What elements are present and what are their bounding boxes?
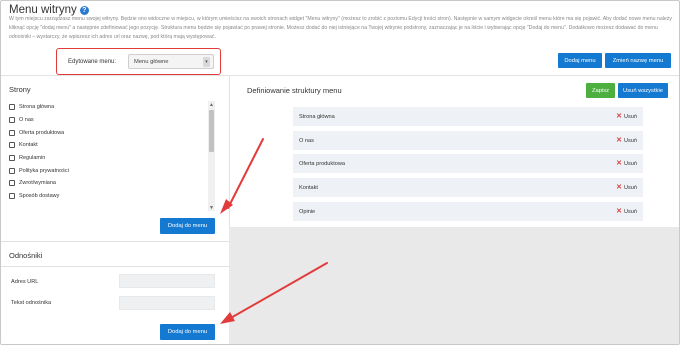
add-menu-button[interactable]: Dodaj menu <box>558 53 602 68</box>
list-item-label: Oferta produktowa <box>19 129 65 136</box>
list-item-label: Zwrot/wymiana <box>19 180 56 187</box>
links-panel-title: Odnośniki <box>9 251 43 260</box>
close-icon: ✕ <box>616 208 622 215</box>
list-item-label: Sposób dostawy <box>19 193 60 200</box>
menu-structure-item[interactable]: Opinie ✕ Usuń <box>293 202 643 221</box>
structure-empty-area <box>229 227 679 344</box>
remove-button[interactable]: ✕ Usuń <box>616 160 637 167</box>
remove-button[interactable]: ✕ Usuń <box>616 113 637 120</box>
remove-button[interactable]: ✕ Usuń <box>616 184 637 191</box>
pages-list-scrollbar[interactable]: ▲ ▼ <box>208 101 215 211</box>
chevron-down-icon: ▾ <box>203 56 210 67</box>
checkbox[interactable] <box>9 129 15 136</box>
arrow-line <box>227 138 264 209</box>
checkbox[interactable] <box>9 155 15 162</box>
rename-menu-button[interactable]: Zmień nazwę menu <box>605 53 671 68</box>
page-intro: W tym miejscu zarządzasz menu swojej wit… <box>9 16 672 40</box>
menu-select[interactable]: Menu główne ▾ <box>128 54 214 69</box>
divider <box>1 266 229 267</box>
menu-structure-item[interactable]: Oferta produktowa ✕ Usuń <box>293 154 643 173</box>
link-text-input[interactable] <box>119 296 215 310</box>
remove-label: Usuń <box>623 184 637 191</box>
list-item-label: Kontakt <box>19 142 38 149</box>
checkbox[interactable] <box>9 180 15 187</box>
list-item[interactable]: Zwrot/wymiana <box>9 177 209 190</box>
close-icon: ✕ <box>616 113 622 120</box>
menu-item-label: Kontakt <box>299 184 318 191</box>
delete-all-button[interactable]: Usuń wszystkie <box>618 83 668 98</box>
list-item-label: O nas <box>19 117 34 124</box>
checkbox[interactable] <box>9 167 15 174</box>
menu-item-label: Strona główna <box>299 113 335 120</box>
close-icon: ✕ <box>616 137 622 144</box>
remove-label: Usuń <box>623 113 637 120</box>
list-item[interactable]: Polityka prywatności <box>9 164 209 177</box>
close-icon: ✕ <box>616 184 622 191</box>
help-icon[interactable]: ? <box>79 5 89 15</box>
list-item[interactable]: Regulamin <box>9 152 209 165</box>
divider <box>1 75 679 76</box>
checkbox[interactable] <box>9 104 15 111</box>
chevron-down-icon[interactable]: ▼ <box>208 204 215 211</box>
pages-panel-title: Strony <box>9 85 31 94</box>
checkbox[interactable] <box>9 142 15 149</box>
list-item[interactable]: Strona główna <box>9 101 209 114</box>
remove-label: Usuń <box>623 160 637 167</box>
add-pages-to-menu-button[interactable]: Dodaj do menu <box>160 218 215 234</box>
add-link-to-menu-button[interactable]: Dodaj do menu <box>160 324 215 340</box>
pages-list: Strona główna O nas Oferta produktowa Ko… <box>9 101 209 203</box>
list-item[interactable]: Oferta produktowa <box>9 126 209 139</box>
remove-button[interactable]: ✕ Usuń <box>616 208 637 215</box>
list-item-label: Polityka prywatności <box>19 167 69 174</box>
remove-label: Usuń <box>623 208 637 215</box>
list-item[interactable]: Sposób dostawy <box>9 190 209 203</box>
remove-button[interactable]: ✕ Usuń <box>616 137 637 144</box>
menu-select-value: Menu główne <box>134 58 169 65</box>
url-input[interactable] <box>119 274 215 288</box>
menu-item-label: Oferta produktowa <box>299 160 346 167</box>
scroll-thumb[interactable] <box>209 110 214 152</box>
menu-structure-item[interactable]: Strona główna ✕ Usuń <box>293 107 643 126</box>
divider <box>1 241 229 242</box>
url-label: Adres URL <box>11 279 39 285</box>
link-text-label: Tekst odnośnika <box>11 300 52 306</box>
menu-item-label: O nas <box>299 137 314 144</box>
menu-select-label: Edytowane menu: <box>68 58 117 65</box>
save-button[interactable]: Zapisz <box>586 83 615 98</box>
list-item[interactable]: Kontakt <box>9 139 209 152</box>
arrow-head <box>220 199 233 214</box>
checkbox[interactable] <box>9 193 15 200</box>
menu-structure-item[interactable]: O nas ✕ Usuń <box>293 131 643 150</box>
list-item-label: Strona główna <box>19 104 55 111</box>
close-icon: ✕ <box>616 160 622 167</box>
app-window: Menu witryny ? W tym miejscu zarządzasz … <box>0 0 680 345</box>
menu-item-label: Opinie <box>299 208 316 215</box>
remove-label: Usuń <box>623 137 637 144</box>
chevron-up-icon[interactable]: ▲ <box>208 101 215 108</box>
menu-structure-item[interactable]: Kontakt ✕ Usuń <box>293 178 643 197</box>
list-item[interactable]: O nas <box>9 114 209 127</box>
checkbox[interactable] <box>9 117 15 124</box>
menu-select-group: Edytowane menu: Menu główne ▾ <box>56 48 221 75</box>
structure-panel-title: Definiowanie struktury menu <box>247 86 342 95</box>
list-item-label: Regulamin <box>19 155 46 162</box>
